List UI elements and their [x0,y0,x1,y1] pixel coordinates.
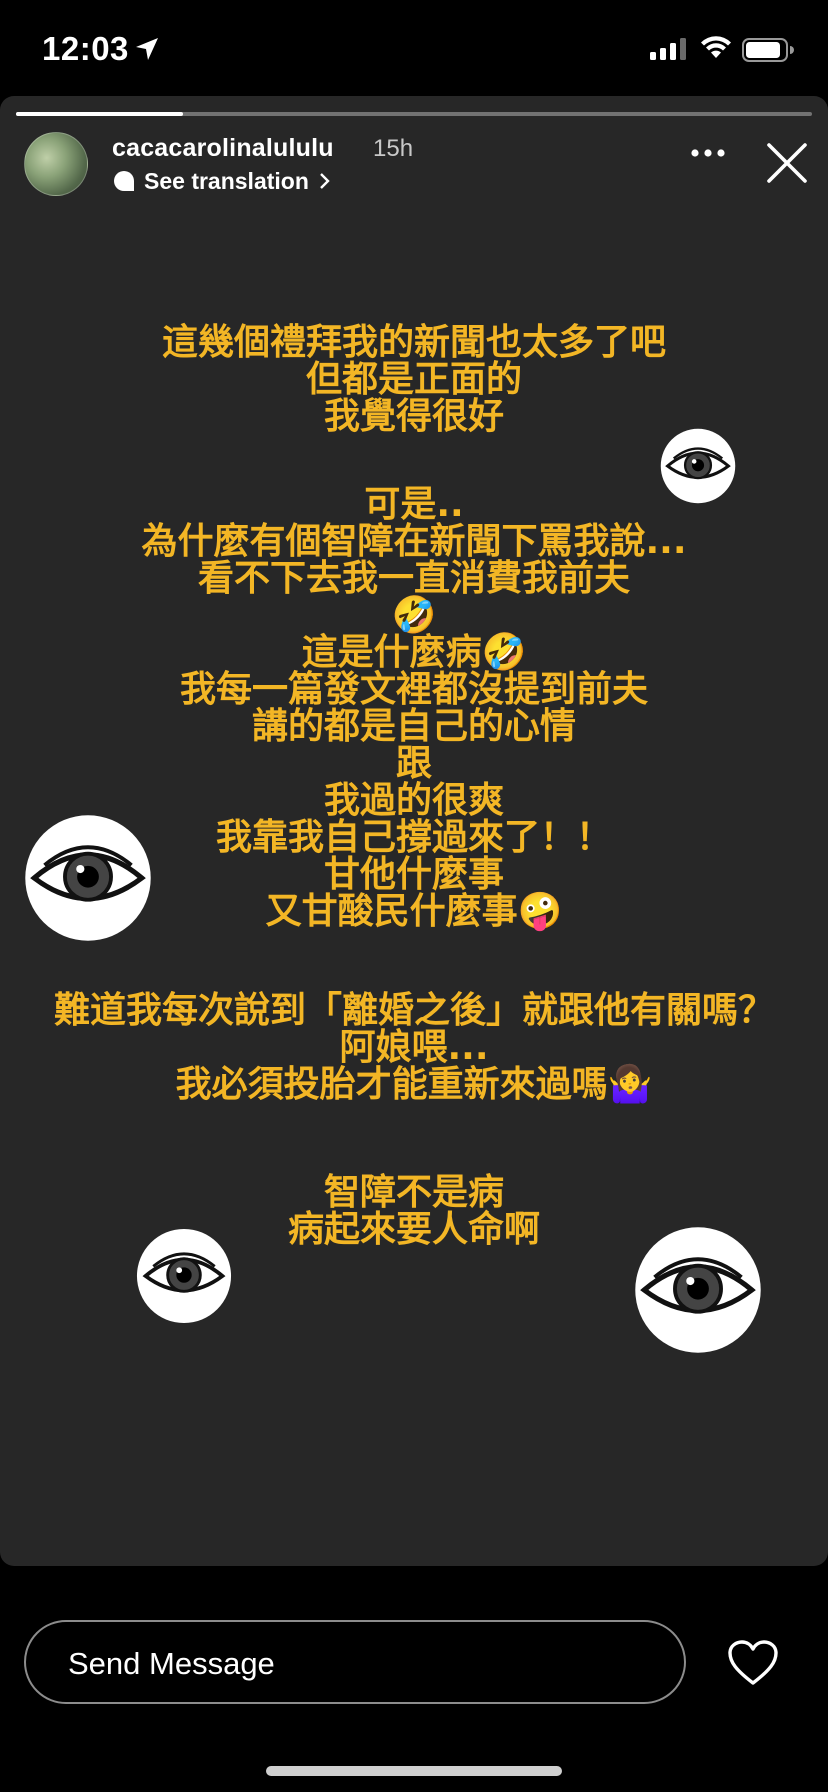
username[interactable]: cacacarolinalululu [112,134,334,163]
more-options-icon[interactable] [690,148,726,158]
close-icon[interactable] [766,142,808,184]
heart-icon[interactable] [728,1640,778,1686]
status-bar: 12:03 [0,0,828,96]
eye-sticker-icon [25,815,151,941]
location-arrow-icon [136,38,158,60]
battery-icon [742,38,794,62]
chevron-right-icon [320,173,330,189]
story-progress-bar [16,112,812,116]
eye-sticker-icon [660,428,736,504]
story-viewer[interactable]: cacacarolinalululu 15h See translation 這… [0,96,828,1566]
story-progress-fill [16,112,184,116]
see-translation-button[interactable]: See translation [112,166,333,196]
send-message-input[interactable]: Send Message [24,1620,686,1704]
story-text-paragraph: 這幾個禮拜我的新聞也太多了吧 但都是正面的 我覺得很好 [161,322,666,437]
avatar[interactable] [24,132,88,196]
signal-icon [650,38,686,60]
story-text-paragraph: 難道我每次說到「離婚之後」就跟他有關嗎？ 阿娘喂... 我必須投胎才能重新來過嗎… [53,990,774,1105]
send-message-placeholder: Send Message [68,1646,275,1681]
status-time: 12:03 [42,30,129,67]
post-time: 15h [373,135,414,162]
eye-sticker-icon [635,1227,761,1353]
see-translation-label: See translation [144,167,309,194]
wifi-icon [701,36,731,58]
home-indicator[interactable] [266,1766,562,1776]
translate-bubble-icon [114,171,134,191]
eye-sticker-icon [136,1228,232,1324]
